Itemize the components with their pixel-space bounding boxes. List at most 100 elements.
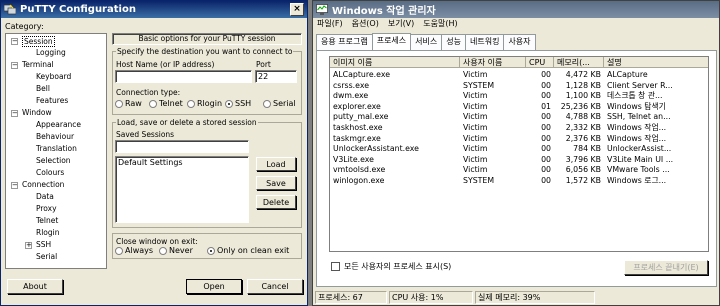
- conn-type-telnet[interactable]: Telnet: [149, 99, 183, 108]
- putty-titlebar[interactable]: PuTTY Configuration: [1, 1, 307, 18]
- tree-item-window[interactable]: Window: [22, 108, 52, 119]
- close-opt-always[interactable]: Always: [115, 246, 153, 255]
- tree-item-session[interactable]: Session: [22, 36, 55, 47]
- tab-1[interactable]: 프로세스: [371, 33, 412, 50]
- conn-type-rlogin[interactable]: Rlogin: [187, 99, 222, 108]
- collapse-icon[interactable]: −: [11, 182, 18, 189]
- table-cell: UnlockerAssist...: [607, 144, 672, 154]
- column-header[interactable]: CPU: [526, 57, 554, 68]
- tree-item-data[interactable]: Data: [36, 192, 54, 203]
- session-list-item[interactable]: Default Settings: [118, 158, 246, 168]
- process-list[interactable]: 이미지 이름 사용자 이름 CPU 메모리(... 설명 ALCapture.exe Vi…: [329, 56, 709, 252]
- conn-type-ssh[interactable]: SSH: [225, 99, 251, 108]
- tree-item-features[interactable]: Features: [36, 96, 68, 107]
- port-input[interactable]: 22: [255, 70, 297, 83]
- table-cell: taskhost.exe: [333, 123, 383, 132]
- close-opt-only-on-clean-exit[interactable]: Only on clean exit: [207, 246, 289, 255]
- collapse-icon[interactable]: −: [11, 38, 18, 45]
- status-item: CPU 사용: 1%: [389, 291, 473, 304]
- close-opt-never[interactable]: Never: [159, 246, 193, 255]
- column-header[interactable]: 설명: [604, 57, 708, 68]
- tree-item-bell[interactable]: Bell: [36, 84, 50, 95]
- tab-5[interactable]: 사용자: [503, 34, 536, 50]
- cancel-button[interactable]: Cancel: [247, 279, 303, 294]
- table-cell: Windows 작업...: [607, 123, 667, 132]
- tree-item-selection[interactable]: Selection: [36, 156, 71, 167]
- tree-item-keyboard[interactable]: Keyboard: [36, 72, 71, 83]
- menu-item[interactable]: 파일(F): [317, 17, 343, 31]
- table-row[interactable]: explorer.exe Victim 01 25,236 KB Windows 탐색기: [330, 102, 708, 113]
- table-cell: 2,376 KB: [565, 133, 601, 143]
- table-cell: Victim: [463, 91, 488, 101]
- about-button[interactable]: About: [7, 279, 63, 294]
- table-cell: 2,332 KB: [565, 123, 601, 132]
- tree-item-appearance[interactable]: Appearance: [36, 120, 81, 131]
- table-cell: V3Lite Main UI ...: [607, 154, 674, 164]
- table-cell: Windows 탐색기: [607, 101, 666, 111]
- menu-item[interactable]: 옵션(O): [352, 17, 379, 31]
- tree-item-colours[interactable]: Colours: [36, 168, 64, 179]
- table-row[interactable]: ALCapture.exe Victim 00 4,472 KB ALCapture: [330, 70, 708, 81]
- tree-item-logging[interactable]: Logging: [36, 48, 66, 59]
- table-row[interactable]: V3Lite.exe Victim 00 3,796 KB V3Lite Main UI…: [330, 155, 708, 166]
- table-cell: VMware Tools ...: [607, 165, 670, 175]
- tree-item-connection[interactable]: Connection: [22, 180, 64, 191]
- port-label: Port: [256, 60, 271, 69]
- table-cell: 00: [541, 112, 551, 122]
- table-cell: 25,236 KB: [560, 101, 601, 111]
- saved-sessions-input[interactable]: [115, 140, 249, 153]
- table-cell: putty_mal.exe: [333, 112, 389, 122]
- putty-close-button[interactable]: ×: [290, 3, 304, 16]
- tree-item-rlogin[interactable]: Rlogin: [36, 228, 59, 239]
- menu-item[interactable]: 보기(V): [388, 17, 414, 31]
- taskmgr-titlebar[interactable]: Windows 작업 관리자: [313, 1, 719, 18]
- close-opt-label: Never: [169, 246, 193, 255]
- table-cell: 데스크톱 창 관...: [607, 91, 663, 101]
- table-cell: Windows 로그...: [607, 176, 667, 185]
- delete-button[interactable]: Delete: [256, 195, 296, 209]
- tab-0[interactable]: 응용 프로그램: [316, 34, 373, 50]
- table-row[interactable]: taskmgr.exe Victim 00 2,376 KB Windows 작업...: [330, 134, 708, 145]
- end-process-button[interactable]: 프로세스 끝내기(E): [624, 260, 708, 275]
- saved-sessions-label: Saved Sessions: [116, 130, 175, 139]
- sessions-group-label: Load, save or delete a stored session: [116, 118, 258, 127]
- tree-item-ssh[interactable]: SSH: [36, 240, 51, 251]
- host-input[interactable]: [115, 70, 252, 83]
- table-row[interactable]: vmtoolsd.exe Victim 00 6,056 KB VMware Tools…: [330, 165, 708, 176]
- table-cell: dwm.exe: [333, 91, 369, 101]
- show-all-users-checkbox[interactable]: 모든 사용자의 프로세스 표시(S): [331, 261, 451, 272]
- taskmgr-menubar: 파일(F) 옵션(O) 보기(V) 도움말(H): [315, 17, 458, 31]
- column-header[interactable]: 사용자 이름: [460, 57, 526, 68]
- tree-item-serial[interactable]: Serial: [36, 252, 57, 263]
- menu-item[interactable]: 도움말(H): [423, 17, 457, 31]
- table-row[interactable]: taskhost.exe Victim 00 2,332 KB Windows 작업..…: [330, 123, 708, 134]
- tab-3[interactable]: 성능: [441, 34, 466, 50]
- load-button[interactable]: Load: [256, 157, 296, 171]
- save-button[interactable]: Save: [256, 176, 296, 190]
- tree-item-terminal[interactable]: Terminal: [22, 60, 54, 71]
- table-row[interactable]: UnlockerAssistant.exe Victim 00 784 KB Unloc…: [330, 144, 708, 155]
- conn-type-serial[interactable]: Serial: [263, 99, 296, 108]
- table-row[interactable]: csrss.exe SYSTEM 00 1,128 KB Client Server R…: [330, 81, 708, 92]
- tree-item-telnet[interactable]: Telnet: [36, 216, 58, 227]
- sessions-list[interactable]: Default Settings: [115, 156, 249, 223]
- tree-item-behaviour[interactable]: Behaviour: [36, 132, 74, 143]
- table-row[interactable]: putty_mal.exe Victim 00 4,788 KB SSH, Telnet…: [330, 112, 708, 123]
- column-header[interactable]: 메모리(...: [554, 57, 604, 68]
- tree-item-proxy[interactable]: Proxy: [36, 204, 57, 215]
- conn-type-raw[interactable]: Raw: [115, 99, 142, 108]
- table-cell: Victim: [463, 70, 488, 79]
- table-row[interactable]: winlogon.exe SYSTEM 00 1,572 KB Windows 로그..…: [330, 176, 708, 187]
- radio-icon: [207, 246, 215, 255]
- collapse-icon[interactable]: −: [11, 110, 18, 117]
- tab-2[interactable]: 서비스: [410, 34, 443, 50]
- tree-item-translation[interactable]: Translation: [36, 144, 77, 155]
- collapse-icon[interactable]: −: [11, 62, 18, 69]
- table-cell: 00: [541, 165, 551, 175]
- table-row[interactable]: dwm.exe Victim 00 1,100 KB 데스크톱 창 관...: [330, 91, 708, 102]
- table-cell: Victim: [463, 123, 488, 132]
- column-header[interactable]: 이미지 이름: [330, 57, 460, 68]
- expand-icon[interactable]: +: [25, 242, 32, 249]
- tab-4[interactable]: 네트워킹: [464, 34, 505, 50]
- open-button[interactable]: Open: [186, 279, 242, 294]
